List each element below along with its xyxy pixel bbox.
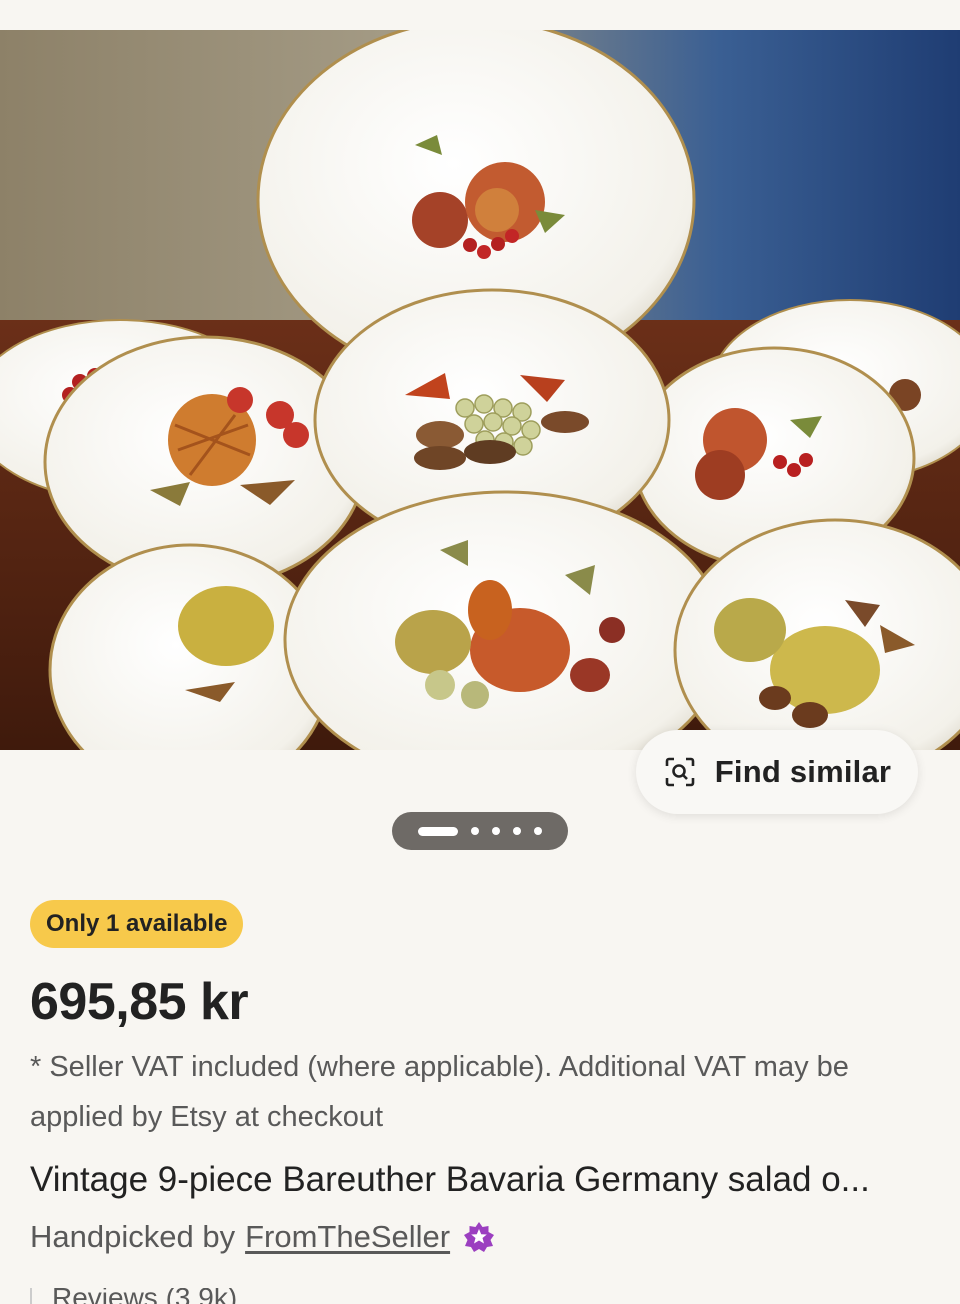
visual-search-icon [663, 755, 697, 789]
handpicked-prefix: Handpicked by [30, 1219, 236, 1254]
listing-title[interactable]: Vintage 9-piece Bareuther Bavaria German… [30, 1154, 930, 1206]
pager-dot[interactable] [513, 827, 521, 835]
find-similar-button[interactable]: Find similar [636, 730, 918, 814]
pager-dot[interactable] [492, 827, 500, 835]
pager-dot-active[interactable] [418, 826, 458, 836]
vat-note: * Seller VAT included (where applicable)… [30, 1051, 849, 1133]
gallery-pager[interactable] [392, 812, 568, 850]
pager-dot[interactable] [534, 827, 542, 835]
reviews-section[interactable]: Reviews (3.9k) [30, 1288, 237, 1304]
listing-photo[interactable] [0, 30, 960, 750]
find-similar-label: Find similar [714, 754, 892, 789]
price: 695,85 kr [30, 973, 249, 1031]
handpicked-line: Handpicked by FromTheSeller [30, 1212, 496, 1262]
reviews-label: Reviews (3.9k) [52, 1288, 238, 1304]
pager-dot[interactable] [471, 827, 479, 835]
star-seller-icon[interactable] [462, 1220, 496, 1254]
stock-badge: Only 1 available [30, 900, 244, 948]
seller-link[interactable]: FromTheSeller [245, 1219, 450, 1255]
status-area [0, 0, 960, 30]
